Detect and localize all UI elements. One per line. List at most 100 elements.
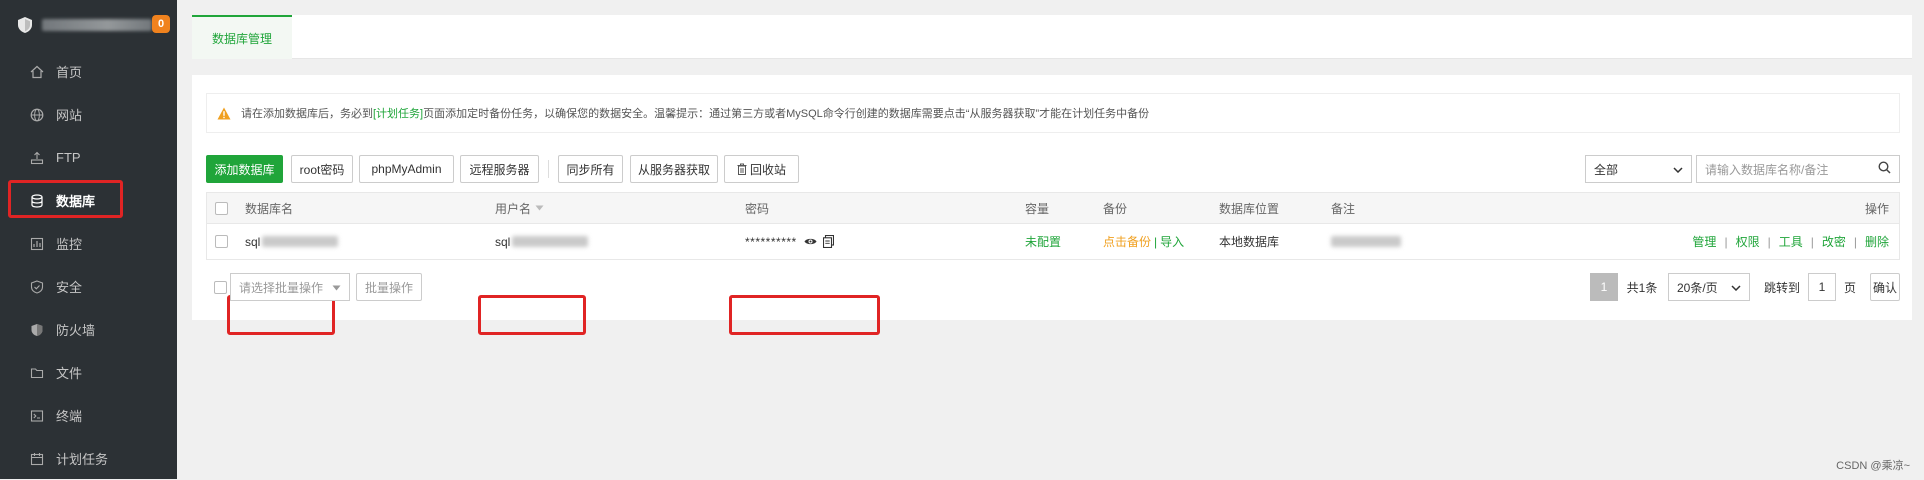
header-db-name: 数据库名	[245, 201, 294, 216]
search-placeholder: 请输入数据库名称/备注	[1705, 162, 1829, 177]
sidebar-header: 0	[0, 0, 177, 50]
sidebar-item-label: 防火墙	[56, 323, 96, 338]
sidebar-item-ftp[interactable]: FTP	[0, 136, 177, 179]
warning-text-prefix: 请在添加数据库后，务必到	[241, 108, 373, 120]
highlight-db-name	[227, 295, 335, 335]
sidebar-item-files[interactable]: 文件	[0, 351, 177, 394]
username-text: sql	[495, 234, 511, 249]
root-password-button[interactable]: root密码	[291, 155, 353, 183]
database-icon	[30, 193, 44, 208]
jump-page-input[interactable]: 1	[1808, 273, 1836, 301]
copy-icon[interactable]	[822, 235, 834, 248]
confirm-jump-button[interactable]: 确认	[1870, 273, 1900, 301]
sidebar-item-database[interactable]: 数据库	[0, 179, 177, 222]
backup-separator: |	[1154, 234, 1158, 249]
monitor-icon	[30, 237, 44, 251]
notification-badge[interactable]: 0	[152, 15, 170, 33]
password-cell: **********	[745, 224, 834, 259]
warning-notice: 请在添加数据库后，务必到 [计划任务] 页面添加定时备份任务，以确保您的数据安全。温…	[206, 93, 1900, 133]
click-backup-link[interactable]: 点击备份	[1103, 233, 1151, 250]
sidebar-item-label: 网站	[56, 108, 83, 123]
import-link[interactable]: 导入	[1160, 233, 1184, 250]
server-logo-icon	[18, 17, 32, 33]
sidebar-item-cron[interactable]: 计划任务	[0, 437, 177, 480]
sidebar-item-label: 终端	[56, 409, 83, 424]
note-cell[interactable]	[1331, 224, 1401, 259]
chevron-down-icon	[1731, 280, 1741, 294]
folder-icon	[30, 366, 44, 380]
recycle-bin-button[interactable]: 回收站	[724, 155, 799, 183]
header-backup: 备份	[1103, 201, 1128, 216]
firewall-icon	[30, 323, 44, 337]
filter-select-value: 全部	[1594, 162, 1619, 177]
sidebar-item-monitor[interactable]: 监控	[0, 222, 177, 265]
highlight-password	[729, 295, 880, 335]
page-unit-label: 页	[1843, 280, 1856, 295]
batch-operation-button[interactable]: 批量操作	[356, 273, 422, 301]
note-redacted	[1331, 236, 1401, 247]
capacity-not-configured-link[interactable]: 未配置	[1025, 224, 1061, 259]
cron-task-link[interactable]: [计划任务]	[373, 105, 423, 121]
add-database-button[interactable]: 添加数据库	[206, 155, 283, 183]
sidebar-item-home[interactable]: 首页	[0, 50, 177, 93]
jump-to-label: 跳转到	[1763, 280, 1800, 295]
select-all-checkbox[interactable]	[215, 201, 228, 215]
calendar-icon	[30, 452, 44, 466]
sidebar-item-firewall[interactable]: 防火墙	[0, 308, 177, 351]
remote-server-button[interactable]: 远程服务器	[460, 155, 539, 183]
sidebar-item-label: 计划任务	[56, 452, 109, 467]
password-mask: **********	[745, 234, 797, 249]
sync-all-button[interactable]: 同步所有	[558, 155, 623, 183]
db-name-text: sql	[245, 234, 261, 249]
backup-cell: 点击备份 | 导入	[1103, 224, 1184, 259]
highlight-username	[478, 295, 586, 335]
home-icon	[30, 65, 44, 79]
main-panel: 请在添加数据库后，务必到 [计划任务] 页面添加定时备份任务，以确保您的数据安全。温…	[192, 75, 1912, 335]
sidebar-item-label: FTP	[56, 150, 81, 165]
chevron-down-icon	[1673, 162, 1683, 176]
sidebar-item-website[interactable]: 网站	[0, 93, 177, 136]
recycle-bin-label: 回收站	[749, 162, 786, 177]
sidebar-item-terminal[interactable]: 终端	[0, 394, 177, 437]
table-row: sql sql ********** 未配置 点击备份 | 导入 本地数据库 管…	[206, 224, 1900, 260]
caret-down-icon	[332, 280, 341, 294]
table-footer: 请选择批量操作 批量操作 1 共1条 20条/页 跳转到 1 页 确认	[206, 273, 1900, 301]
filter-select[interactable]: 全部	[1585, 155, 1692, 183]
manage-link[interactable]: 管理	[1692, 233, 1716, 250]
header-username-label: 用户名	[495, 201, 532, 216]
eye-icon[interactable]	[804, 237, 817, 246]
sidebar-item-security[interactable]: 安全	[0, 265, 177, 308]
row-checkbox[interactable]	[215, 235, 228, 248]
get-from-server-button[interactable]: 从服务器获取	[630, 155, 718, 183]
tab-bar: 数据库管理	[192, 15, 1912, 59]
batch-operation-select[interactable]: 请选择批量操作	[230, 273, 350, 301]
sidebar: 0 首页 网站 FTP 数据库 监控 安全 防火墙 文件 终端 计划任务	[0, 0, 177, 479]
header-note: 备注	[1331, 201, 1356, 216]
header-username[interactable]: 用户名	[495, 193, 544, 223]
footer-checkbox[interactable]	[214, 280, 227, 294]
header-operations: 操作	[1864, 201, 1889, 216]
search-icon[interactable]	[1878, 161, 1891, 177]
header-password: 密码	[745, 201, 770, 216]
shield-icon	[30, 279, 44, 294]
delete-link[interactable]: 删除	[1865, 233, 1889, 250]
location-cell: 本地数据库	[1219, 235, 1280, 249]
server-hostname[interactable]	[42, 19, 152, 31]
terminal-icon	[30, 409, 44, 423]
batch-select-placeholder: 请选择批量操作	[239, 280, 324, 295]
phpmyadmin-button[interactable]: phpMyAdmin	[359, 155, 454, 183]
change-password-link[interactable]: 改密	[1822, 233, 1846, 250]
db-name-redacted	[262, 236, 339, 247]
username-cell: sql	[495, 224, 589, 259]
sidebar-item-label: 文件	[56, 366, 83, 381]
tools-link[interactable]: 工具	[1779, 233, 1803, 250]
page-current-button[interactable]: 1	[1590, 273, 1618, 301]
permission-link[interactable]: 权限	[1736, 233, 1760, 250]
per-page-select[interactable]: 20条/页	[1668, 273, 1750, 301]
tab-database-manage[interactable]: 数据库管理	[192, 15, 292, 59]
sidebar-item-label: 安全	[56, 280, 83, 295]
sort-caret-icon	[535, 205, 544, 211]
database-search-input[interactable]: 请输入数据库名称/备注	[1696, 155, 1900, 183]
table-header: 数据库名 用户名 密码 容量 备份 数据库位置 备注 操作	[206, 192, 1900, 224]
db-name-cell[interactable]: sql	[245, 224, 339, 259]
